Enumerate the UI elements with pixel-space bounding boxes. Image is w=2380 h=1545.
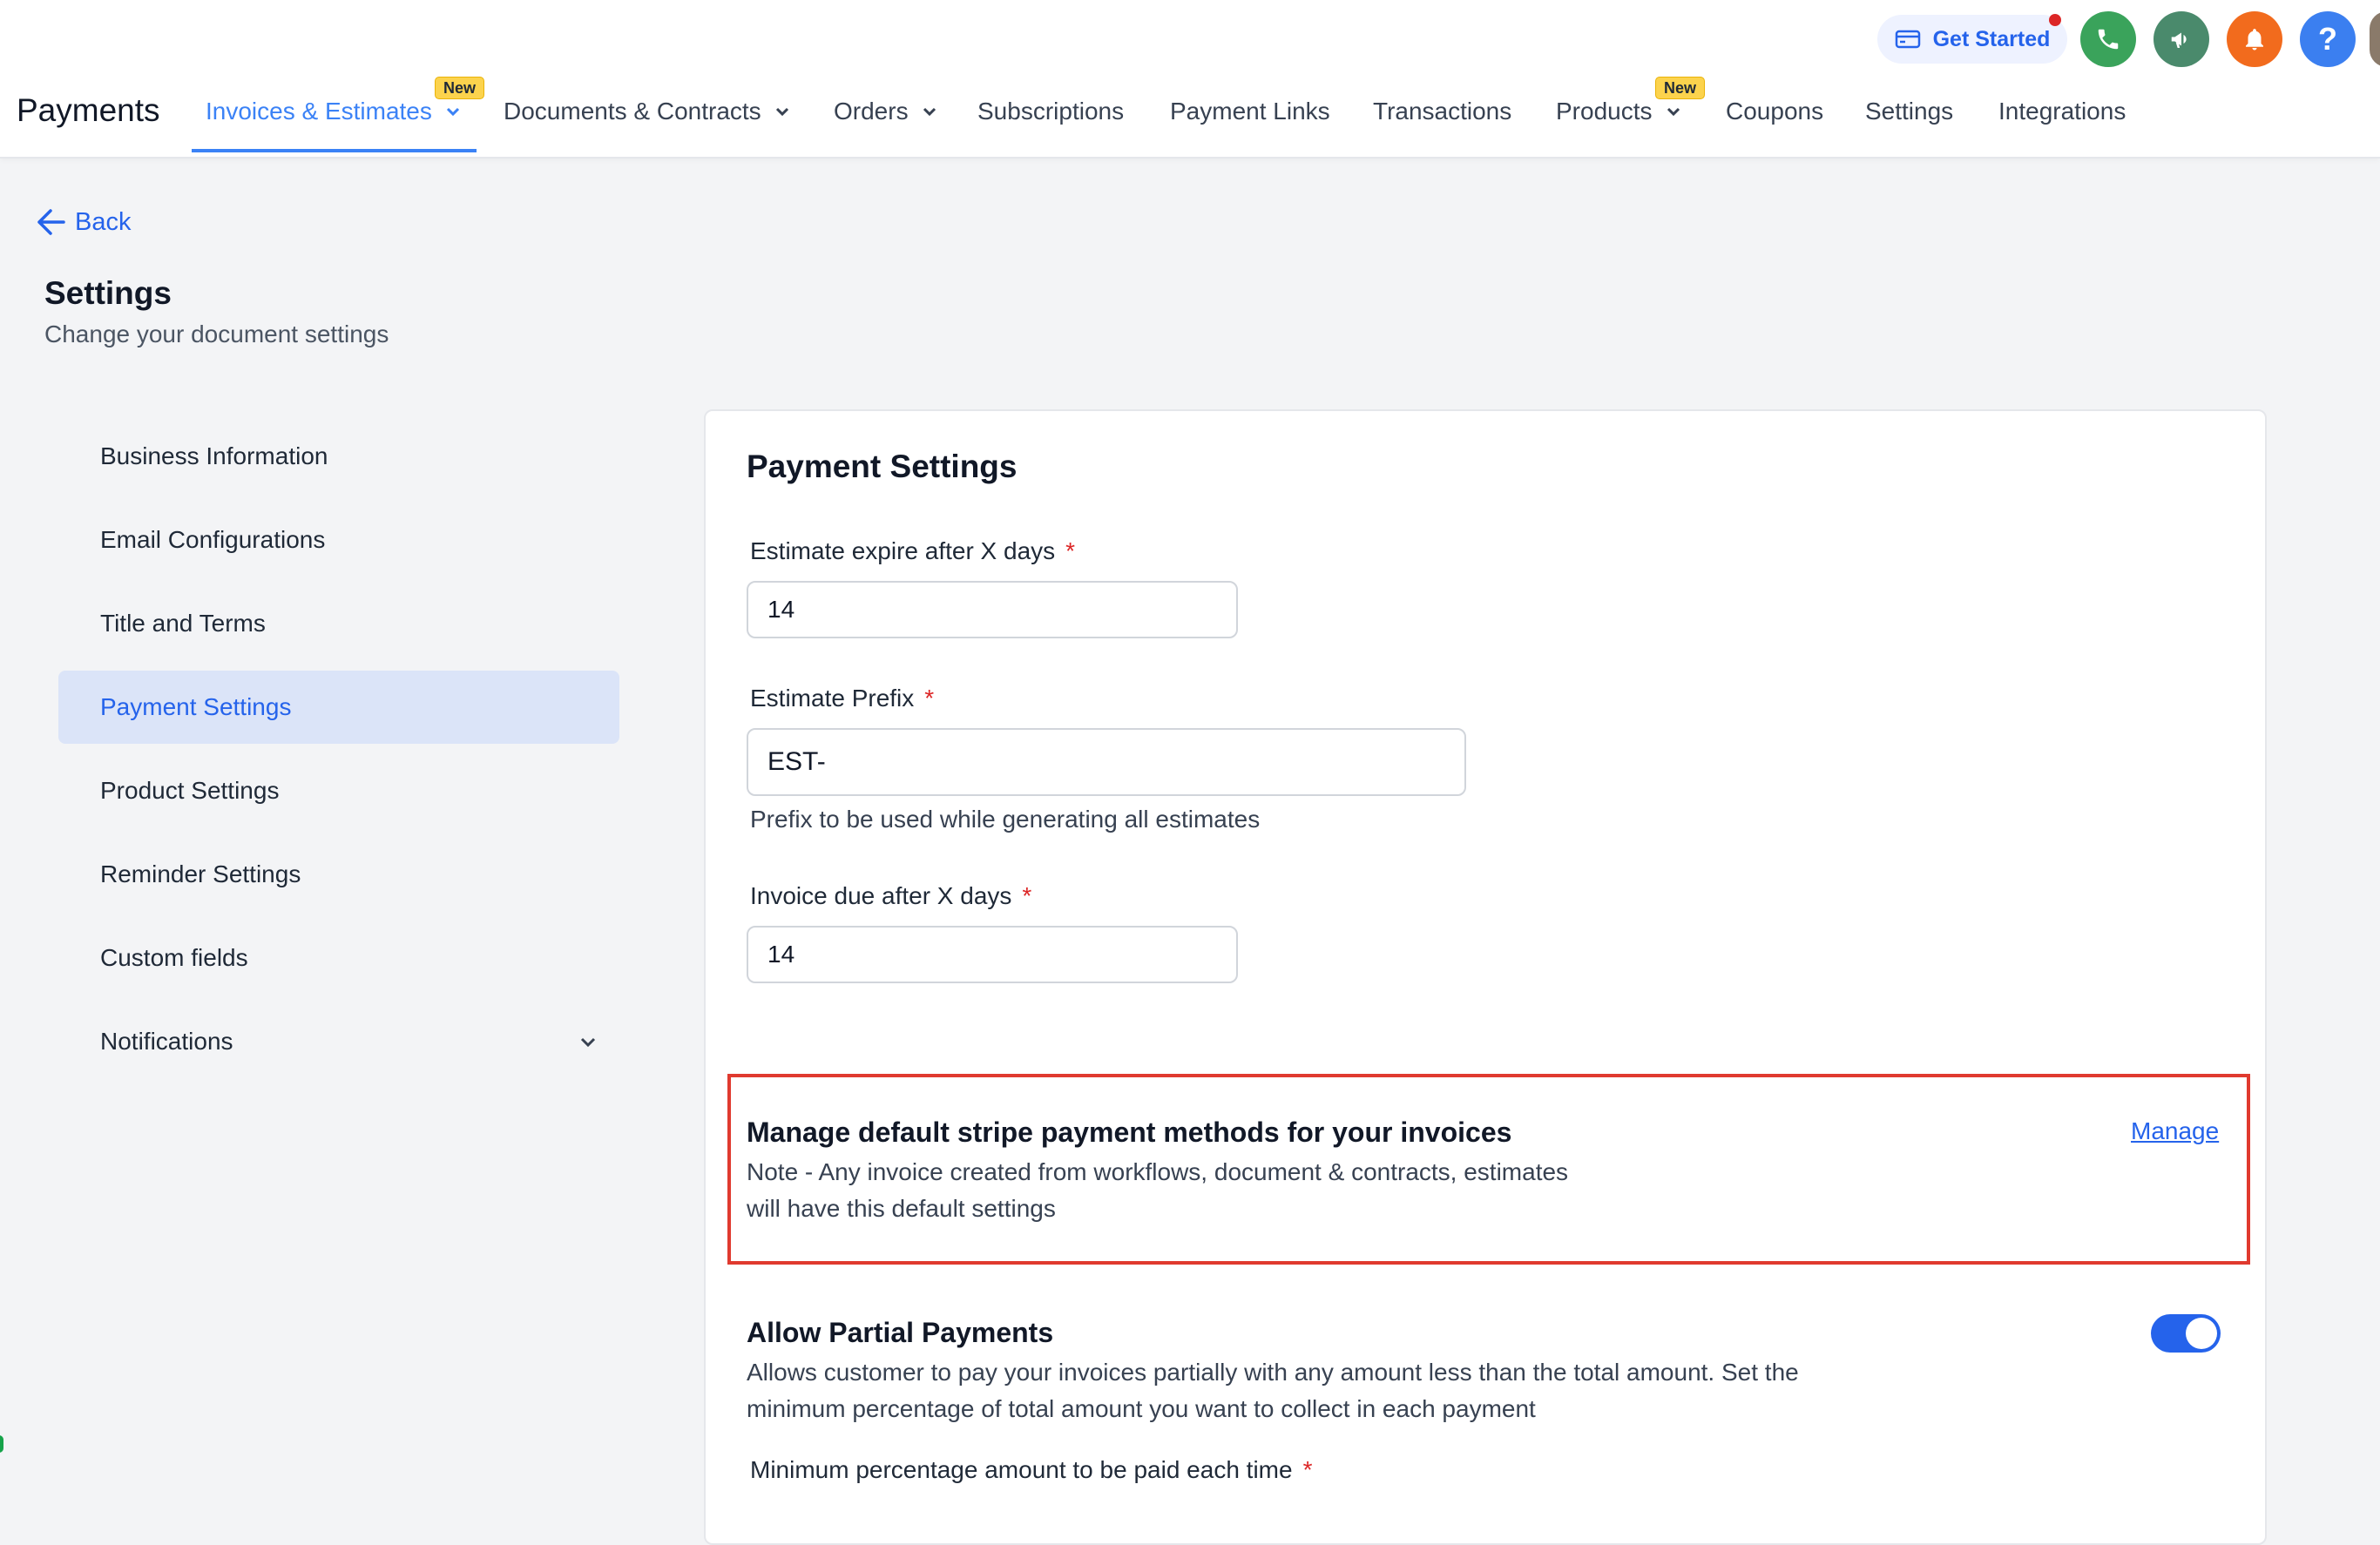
help-icon: ? bbox=[2318, 21, 2337, 57]
estimate-prefix-help: Prefix to be used while generating all e… bbox=[750, 806, 1261, 833]
chevron-down-icon bbox=[580, 1037, 596, 1048]
tab-label: Subscriptions bbox=[977, 98, 1125, 125]
required-marker: * bbox=[1065, 537, 1076, 564]
top-header: Payments New Invoices & Estimates Docume… bbox=[0, 0, 2380, 159]
sidebar-item-email-configurations[interactable]: Email Configurations bbox=[58, 503, 619, 577]
chevron-down-icon bbox=[923, 107, 936, 117]
chevron-down-icon bbox=[775, 107, 788, 117]
tab-documents-contracts[interactable]: Documents & Contracts bbox=[504, 98, 791, 125]
help-button[interactable]: ? bbox=[2300, 11, 2356, 67]
sidebar-item-label: Notifications bbox=[100, 1028, 233, 1055]
required-marker: * bbox=[1022, 882, 1032, 909]
label-text: Estimate expire after X days bbox=[750, 537, 1056, 564]
tab-label: Payment Links bbox=[1170, 98, 1330, 125]
sidebar-item-label: Title and Terms bbox=[100, 610, 266, 637]
stripe-methods-note-line1: Note - Any invoice created from workflow… bbox=[747, 1158, 1569, 1185]
sidebar-item-reminder-settings[interactable]: Reminder Settings bbox=[58, 838, 619, 911]
sidebar-item-label: Custom fields bbox=[100, 944, 248, 971]
sidebar-item-label: Business Information bbox=[100, 442, 328, 469]
label-text: Estimate Prefix bbox=[750, 685, 915, 712]
bell-icon bbox=[2246, 29, 2263, 51]
credit-card-icon bbox=[1895, 30, 1920, 49]
tab-settings[interactable]: Settings bbox=[1865, 98, 1953, 125]
sidebar-item-title-and-terms[interactable]: Title and Terms bbox=[58, 587, 619, 660]
notifications-button[interactable] bbox=[2227, 11, 2282, 67]
tab-products[interactable]: Products bbox=[1556, 98, 1682, 125]
stripe-methods-title: Manage default stripe payment methods fo… bbox=[747, 1117, 1512, 1148]
page-subtitle: Change your document settings bbox=[44, 320, 389, 347]
back-link[interactable]: Back bbox=[35, 207, 131, 237]
estimate-expire-label: Estimate expire after X days * bbox=[750, 537, 1075, 565]
notification-dot bbox=[2049, 14, 2061, 26]
manage-link[interactable]: Manage bbox=[2131, 1117, 2219, 1145]
tab-label: Integrations bbox=[1998, 98, 2126, 125]
card-title: Payment Settings bbox=[747, 449, 1018, 484]
phone-icon bbox=[2098, 29, 2119, 50]
sidebar-item-label: Email Configurations bbox=[100, 526, 326, 553]
tab-integrations[interactable]: Integrations bbox=[1998, 98, 2126, 125]
tab-label: Coupons bbox=[1726, 98, 1824, 125]
tab-label: Orders bbox=[834, 98, 909, 125]
arrow-left-icon bbox=[37, 209, 65, 235]
estimate-prefix-input[interactable] bbox=[747, 728, 1466, 796]
tab-orders[interactable]: Orders bbox=[834, 98, 938, 125]
required-marker: * bbox=[1302, 1456, 1313, 1483]
nav-new-badge: New bbox=[1655, 77, 1706, 99]
partial-payments-desc-line1: Allows customer to pay your invoices par… bbox=[747, 1359, 1799, 1386]
get-started-button[interactable]: Get Started bbox=[1877, 15, 2067, 64]
label-text: Minimum percentage amount to be paid eac… bbox=[750, 1456, 1293, 1483]
label-text: Invoice due after X days bbox=[750, 882, 1012, 909]
toggle-knob bbox=[2186, 1318, 2217, 1349]
tab-label: Settings bbox=[1865, 98, 1954, 125]
partial-payments-title: Allow Partial Payments bbox=[747, 1317, 1054, 1348]
active-tab-indicator bbox=[192, 149, 477, 152]
edge-indicator bbox=[0, 1435, 3, 1453]
tab-coupons[interactable]: Coupons bbox=[1726, 98, 1823, 125]
estimate-expire-input[interactable] bbox=[747, 581, 1238, 638]
tab-label: Transactions bbox=[1373, 98, 1512, 125]
phone-button[interactable] bbox=[2080, 11, 2136, 67]
tab-label: Products bbox=[1556, 98, 1653, 125]
sidebar-item-business-information[interactable]: Business Information bbox=[58, 420, 619, 493]
invoice-due-label: Invoice due after X days * bbox=[750, 882, 1031, 910]
stripe-methods-note-line2: will have this default settings bbox=[747, 1195, 1056, 1222]
sidebar-item-label: Payment Settings bbox=[100, 693, 292, 720]
sidebar-item-label: Product Settings bbox=[100, 777, 280, 804]
sidebar-item-custom-fields[interactable]: Custom fields bbox=[58, 921, 619, 995]
announcements-button[interactable] bbox=[2153, 11, 2209, 67]
tab-transactions[interactable]: Transactions bbox=[1373, 98, 1511, 125]
partial-payments-toggle[interactable] bbox=[2151, 1314, 2221, 1353]
page-title: Settings bbox=[44, 275, 172, 311]
tab-subscriptions[interactable]: Subscriptions bbox=[977, 98, 1124, 125]
tab-invoices-estimates[interactable]: Invoices & Estimates bbox=[206, 98, 462, 125]
get-started-label: Get Started bbox=[1932, 26, 2051, 51]
sidebar-item-notifications[interactable]: Notifications bbox=[58, 1005, 619, 1078]
tab-label: Invoices & Estimates bbox=[206, 98, 432, 125]
invoice-due-input[interactable] bbox=[747, 926, 1238, 983]
sidebar-item-product-settings[interactable]: Product Settings bbox=[58, 754, 619, 827]
nav-new-badge: New bbox=[435, 77, 485, 99]
partial-payments-desc-line2: minimum percentage of total amount you w… bbox=[747, 1395, 1536, 1422]
megaphone-icon bbox=[2171, 32, 2187, 48]
estimate-prefix-label: Estimate Prefix * bbox=[750, 685, 934, 712]
back-label: Back bbox=[75, 207, 132, 236]
chevron-down-icon bbox=[446, 107, 459, 117]
tab-payment-links[interactable]: Payment Links bbox=[1170, 98, 1330, 125]
tab-label: Documents & Contracts bbox=[504, 98, 761, 125]
minimum-percentage-label: Minimum percentage amount to be paid eac… bbox=[750, 1456, 1312, 1484]
sidebar-item-payment-settings[interactable]: Payment Settings bbox=[58, 671, 619, 744]
chevron-down-icon bbox=[1667, 107, 1680, 117]
sidebar-item-label: Reminder Settings bbox=[100, 860, 301, 887]
required-marker: * bbox=[924, 685, 935, 712]
